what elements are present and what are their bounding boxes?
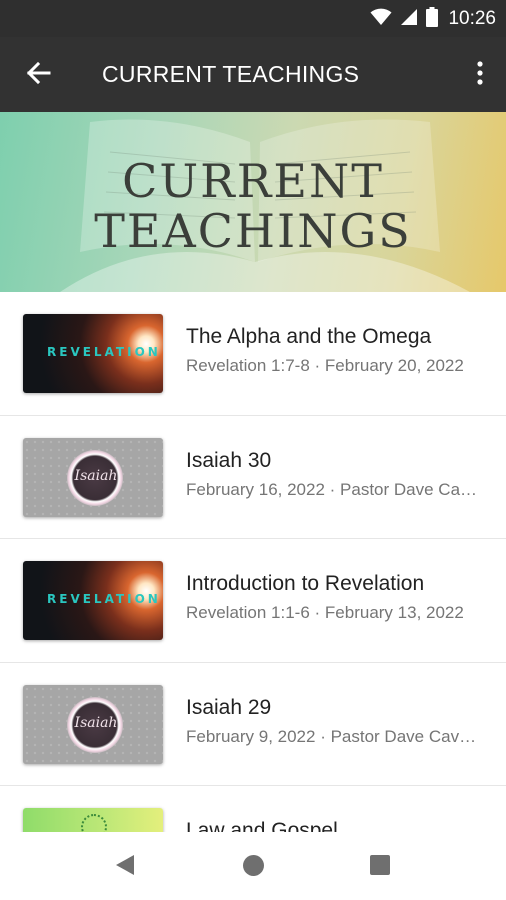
item-title: Introduction to Revelation — [186, 572, 425, 595]
item-title: The Alpha and the Omega — [186, 325, 432, 348]
status-icons: 10:26 — [370, 6, 496, 32]
nav-home-icon[interactable] — [243, 855, 264, 876]
page-title: CURRENT TEACHINGS — [102, 61, 360, 87]
banner-title-line2: TEACHINGS — [94, 204, 412, 258]
status-time: 10:26 — [448, 8, 496, 29]
thumbnail: REVELATION — [23, 314, 163, 393]
status-bar: 10:26 — [0, 0, 506, 37]
teachings-list: REVELATION The Alpha and the Omega Revel… — [0, 292, 506, 832]
item-subtitle: Revelation 1:1-6 · February 13, 2022 — [186, 603, 464, 622]
wifi-icon — [370, 8, 392, 31]
screen: 10:26 CURRENT TEACHINGS CURRENT TEACHING… — [0, 0, 506, 900]
thumbnail-text: Isaiah — [74, 714, 118, 731]
back-button[interactable] — [18, 57, 58, 93]
item-text: Introduction to Revelation Revelation 1:… — [186, 572, 486, 623]
list-item[interactable]: REVELATION Introduction to Revelation Re… — [0, 539, 506, 663]
item-title: Law and Gospel — [186, 819, 338, 832]
list-item[interactable]: Law and Gospel — [0, 786, 506, 832]
item-subtitle: February 16, 2022 · Pastor Dave Cavanaug… — [186, 479, 482, 499]
banner-title-line1: CURRENT — [122, 154, 384, 208]
thumbnail-text: REVELATION — [47, 592, 161, 606]
item-subtitle: Revelation 1:7-8 · February 20, 2022 — [186, 356, 464, 375]
signal-icon — [400, 8, 418, 31]
list-item[interactable]: Isaiah Isaiah 29 February 9, 2022 · Past… — [0, 663, 506, 786]
thumbnail-text: REVELATION — [47, 345, 161, 359]
nav-back-icon[interactable] — [114, 854, 136, 881]
app-bar: CURRENT TEACHINGS — [0, 37, 506, 112]
thumbnail: Isaiah — [23, 684, 163, 764]
thumbnail-text: Isaiah — [74, 467, 118, 484]
item-text: Isaiah 30 February 16, 2022 · Pastor Dav… — [186, 449, 486, 500]
item-text: The Alpha and the Omega Revelation 1:7-8… — [186, 325, 486, 376]
thumbnail: REVELATION — [23, 561, 163, 640]
more-vert-icon — [477, 60, 483, 90]
item-title: Isaiah 30 — [186, 448, 272, 472]
list-item[interactable]: Isaiah Isaiah 30 February 16, 2022 · Pas… — [0, 416, 506, 539]
thumbnail: Isaiah — [23, 437, 163, 517]
arrow-left-icon — [25, 61, 51, 90]
item-text: Law and Gospel — [186, 819, 486, 832]
nav-recents-icon[interactable] — [370, 855, 390, 875]
item-title: Isaiah 29 — [186, 695, 272, 719]
item-text: Isaiah 29 February 9, 2022 · Pastor Dave… — [186, 696, 486, 747]
item-subtitle: February 9, 2022 · Pastor Dave Cavanaugh — [186, 726, 482, 746]
battery-icon — [426, 6, 439, 32]
list-item[interactable]: REVELATION The Alpha and the Omega Revel… — [0, 292, 506, 416]
more-options-button[interactable] — [468, 57, 492, 93]
system-nav-bar — [0, 832, 506, 900]
thumbnail — [23, 808, 163, 832]
tree-icon — [81, 814, 107, 832]
banner-image: CURRENT TEACHINGS — [0, 112, 506, 292]
